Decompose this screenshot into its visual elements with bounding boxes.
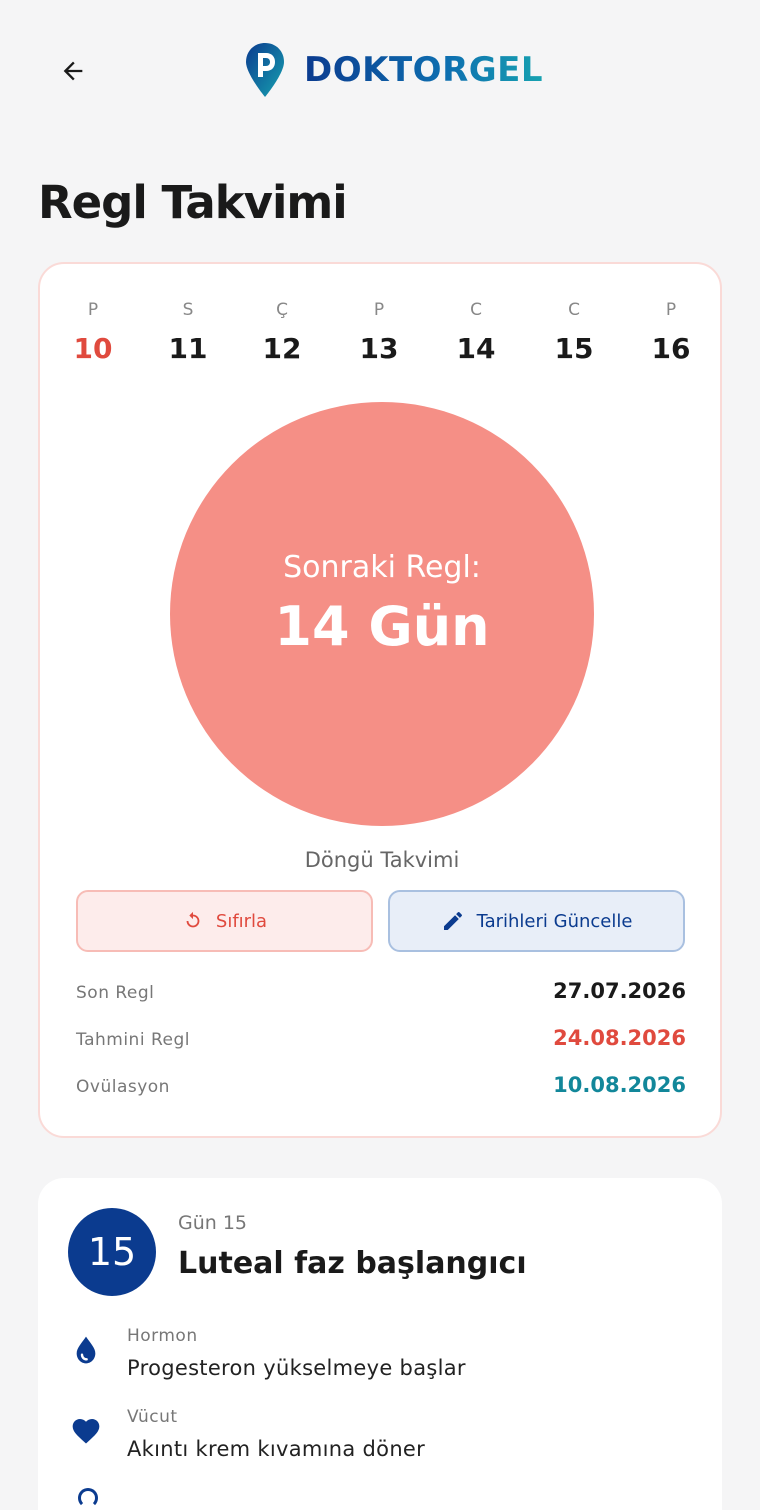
reset-button[interactable]: Sıfırla [76,890,373,952]
info-label: Ovülasyon [76,1077,170,1097]
day-title: Luteal faz başlangıcı [178,1246,527,1281]
detail-value: Akıntı krem kıvamına döner [127,1437,426,1461]
day-cell[interactable]: P 13 [339,300,419,365]
day-of-week: C [568,300,580,320]
day-cell[interactable]: Ç 12 [242,300,322,365]
refresh-icon [186,911,200,928]
day-cell[interactable]: P 10 [53,300,133,365]
day-number: 16 [651,332,691,365]
day-cell[interactable]: S 11 [148,300,228,365]
logo-pin-icon [246,43,284,97]
day-number: 13 [359,332,399,365]
info-row-estimated-period: Tahmini Regl 24.08.2026 [76,1026,686,1056]
info-row-ovulation: Ovülasyon 10.08.2026 [76,1073,686,1103]
page-title: Regl Takvimi [38,176,348,229]
day-number: 14 [456,332,496,365]
reset-button-label: Sıfırla [215,910,268,932]
detail-hormone: Hormon Progesteron yükselmeye başlar [68,1326,688,1396]
day-of-week: P [665,300,677,320]
info-value: 24.08.2026 [553,1026,686,1050]
update-dates-button[interactable]: Tarihleri Güncelle [388,890,685,952]
day-of-week: C [470,300,482,320]
arrow-left-icon [63,61,83,81]
detail-value: Progesteron yükselmeye başlar [127,1356,466,1380]
info-value: 10.08.2026 [553,1073,686,1097]
app-logo: DOKTORGEL [244,40,543,100]
info-row-last-period: Son Regl 27.07.2026 [76,979,686,1009]
next-period-value: 14 Gün [274,595,490,658]
day-number: 15 [554,332,594,365]
info-label: Tahmini Regl [76,1030,190,1050]
detail-label: Vücut [127,1407,178,1427]
drop-icon [76,1336,96,1364]
logo-text: DOKTORGEL [304,50,544,90]
day-number: 11 [168,332,208,365]
day-of-week: P [87,300,99,320]
update-dates-button-label: Tarihleri Güncelle [476,910,633,932]
day-number: 12 [262,332,302,365]
day-subtitle: Gün 15 [178,1212,248,1234]
cycle-calendar-label: Döngü Takvimi [304,848,460,872]
partial-icon [78,1488,98,1508]
day-cell[interactable]: P 16 [631,300,711,365]
info-label: Son Regl [76,983,155,1003]
top-bar: DOKTORGEL [0,0,760,140]
day-of-week: Ç [276,300,288,320]
detail-label: Hormon [127,1326,198,1346]
heart-icon [72,1419,100,1444]
day-of-week: P [373,300,385,320]
week-strip: P 10 S 11 Ç 12 P 13 C 14 C 15 P 16 [40,300,724,370]
day-cell[interactable]: C 14 [436,300,516,365]
back-button[interactable] [50,48,96,94]
day-number: 10 [73,332,113,365]
next-period-circle: Sonraki Regl: 14 Gün [170,402,594,826]
day-badge: 15 [68,1208,156,1296]
day-of-week: S [182,300,194,320]
detail-body: Vücut Akıntı krem kıvamına döner [68,1407,688,1477]
pencil-icon [443,911,462,930]
info-value: 27.07.2026 [553,979,686,1003]
day-info-card: 15 Gün 15 Luteal faz başlangıcı Hormon P… [38,1178,722,1510]
next-period-label: Sonraki Regl: [283,550,481,585]
cycle-card: P 10 S 11 Ç 12 P 13 C 14 C 15 P 16 Sonra… [38,262,722,1138]
day-cell[interactable]: C 15 [534,300,614,365]
